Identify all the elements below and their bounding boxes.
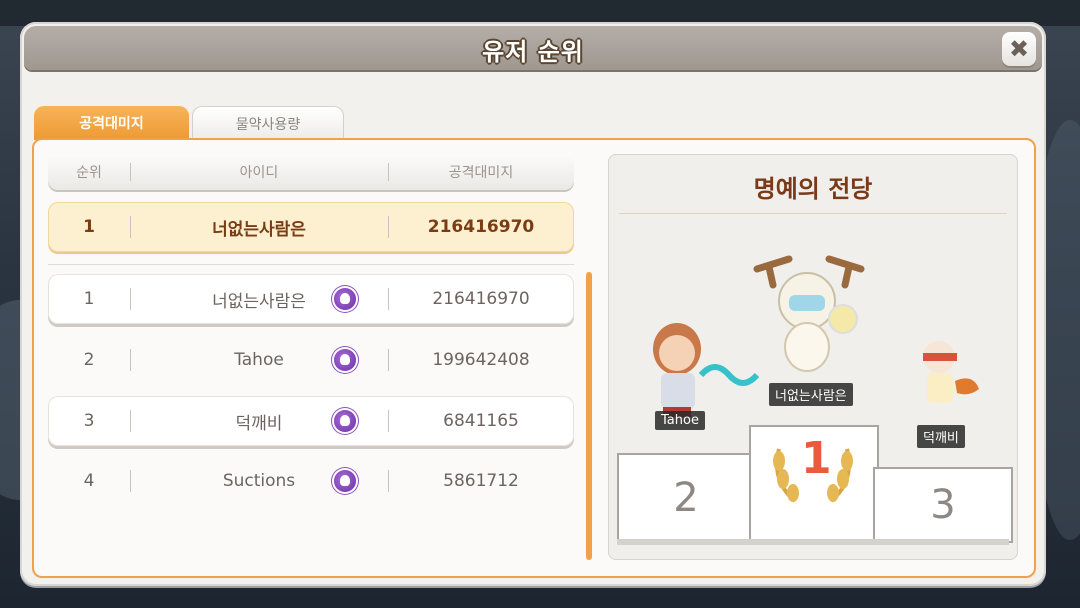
third-place-name: 덕깨비 bbox=[917, 425, 965, 448]
title-bar: 유저 순위 ✖ bbox=[24, 26, 1042, 70]
podium-third-number: 3 bbox=[930, 482, 956, 528]
first-place-name: 너없는사람은 bbox=[769, 383, 853, 406]
header-rank: 순위 bbox=[76, 165, 102, 181]
row-damage: 6841165 bbox=[443, 411, 519, 431]
row-damage: 216416970 bbox=[427, 217, 535, 237]
close-icon: ✖ bbox=[1008, 35, 1030, 63]
title-underline bbox=[619, 213, 1007, 214]
table-row[interactable]: 4 Suctions 5861712 bbox=[48, 456, 574, 506]
guild-icon[interactable] bbox=[334, 470, 356, 492]
row-rank: 3 bbox=[83, 411, 95, 431]
dialog-title: 유저 순위 bbox=[482, 38, 584, 66]
row-damage: 199642408 bbox=[432, 350, 530, 370]
row-id: 너없는사람은 bbox=[212, 219, 306, 240]
table-row[interactable]: 1 너없는사람은 216416970 bbox=[48, 274, 574, 324]
row-rank: 4 bbox=[83, 471, 95, 491]
row-rank: 1 bbox=[83, 217, 95, 237]
table-header: 순위 아이디 공격대미지 bbox=[48, 154, 574, 190]
hall-of-fame-panel: 명예의 전당 너없는사람은 Tahoe 덕깨비 2 1 3 bbox=[608, 154, 1018, 560]
row-rank: 1 bbox=[83, 289, 95, 309]
second-place-name: Tahoe bbox=[655, 411, 705, 430]
ranking-table: 순위 아이디 공격대미지 1 너없는사람은 216416970 1 너없는사람은 bbox=[48, 154, 576, 560]
guild-icon[interactable] bbox=[334, 349, 356, 371]
first-place-character bbox=[753, 255, 865, 372]
podium-second-number: 2 bbox=[673, 475, 699, 521]
guild-icon[interactable] bbox=[334, 288, 356, 310]
row-damage: 5861712 bbox=[443, 471, 519, 491]
close-button[interactable]: ✖ bbox=[1002, 32, 1036, 66]
section-divider bbox=[48, 264, 574, 265]
third-place-character bbox=[923, 341, 979, 403]
podium-first-number: 1 bbox=[801, 433, 832, 484]
list-scrollbar[interactable] bbox=[586, 272, 592, 560]
my-rank-row: 1 너없는사람은 216416970 bbox=[48, 202, 574, 252]
tab-attack-damage[interactable]: 공격대미지 bbox=[34, 106, 189, 140]
guild-icon[interactable] bbox=[334, 410, 356, 432]
row-damage: 216416970 bbox=[432, 289, 530, 309]
user-ranking-dialog: 유저 순위 ✖ 공격대미지 물약사용량 순위 아이디 공격대미지 1 너없는사람… bbox=[20, 22, 1046, 586]
table-row[interactable]: 3 덕깨비 6841165 bbox=[48, 396, 574, 446]
ranking-content: 순위 아이디 공격대미지 1 너없는사람은 216416970 1 너없는사람은 bbox=[32, 138, 1036, 578]
second-place-character bbox=[653, 323, 759, 417]
podium-first: 1 bbox=[749, 425, 879, 543]
tab-potion-usage[interactable]: 물약사용량 bbox=[192, 106, 344, 141]
hall-of-fame-title: 명예의 전당 bbox=[753, 175, 873, 203]
podium-third: 3 bbox=[873, 467, 1013, 543]
header-id: 아이디 bbox=[239, 165, 279, 181]
podium-second: 2 bbox=[617, 453, 755, 543]
header-damage: 공격대미지 bbox=[448, 165, 514, 181]
podium-base bbox=[617, 539, 1009, 545]
table-row[interactable]: 2 Tahoe 199642408 bbox=[48, 335, 574, 385]
row-rank: 2 bbox=[83, 350, 95, 370]
